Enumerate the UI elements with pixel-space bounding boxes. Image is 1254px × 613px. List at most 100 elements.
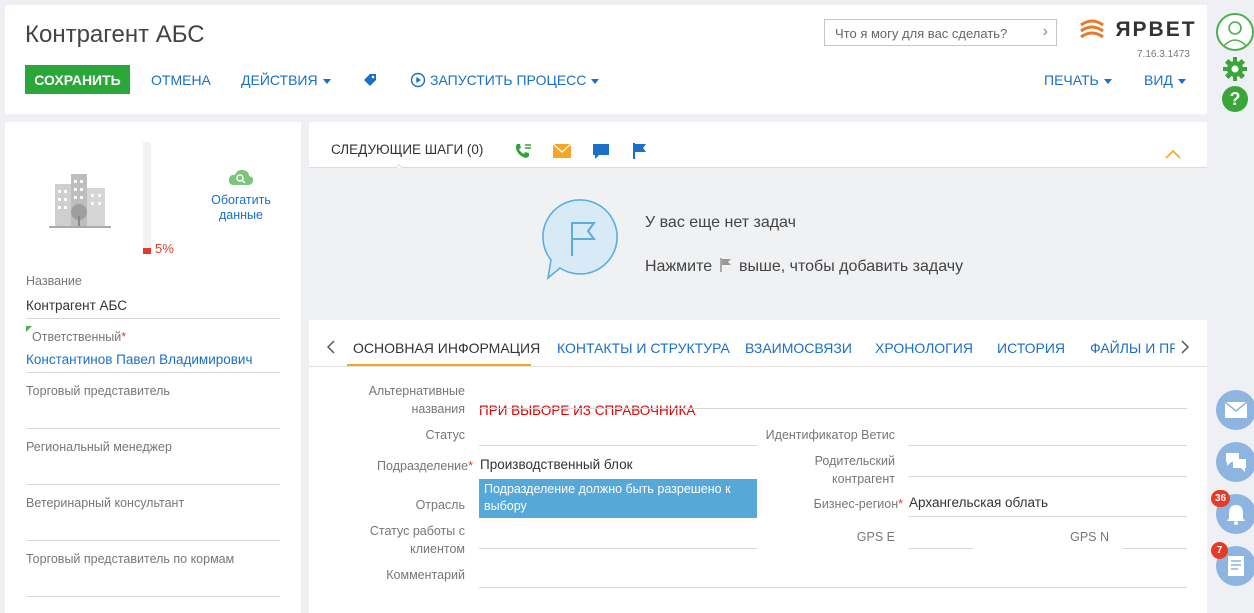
tab-history[interactable]: ИСТОРИЯ <box>997 340 1065 356</box>
business-region-label-text: Бизнес-регион <box>813 497 899 511</box>
completeness-percent: 5% <box>155 241 174 256</box>
field-underline[interactable] <box>26 428 280 429</box>
flag-icon <box>719 258 731 272</box>
sales-rep-label: Торговый представитель <box>26 384 170 398</box>
view-label: ВИД <box>1144 72 1173 88</box>
cancel-button[interactable]: ОТМЕНА <box>151 72 211 88</box>
field-underline[interactable] <box>26 596 280 597</box>
tab-contacts-structure[interactable]: КОНТАКТЫ И СТРУКТУРА <box>557 340 730 356</box>
page-title: Контрагент АБС <box>25 21 205 48</box>
required-mark: * <box>121 330 127 344</box>
print-menu[interactable]: ПЕЧАТЬ <box>1044 72 1112 88</box>
actions-menu[interactable]: ДЕЙСТВИЯ <box>241 72 331 88</box>
chat-panel-button[interactable] <box>1216 442 1254 482</box>
feed-sales-rep-label: Торговый представитель по кормам <box>26 552 235 566</box>
field-underline[interactable] <box>26 484 280 485</box>
alt-names-label-line1: Альтернативные <box>368 384 465 398</box>
status-input[interactable] <box>479 445 757 446</box>
chevron-right-icon[interactable]: › <box>1043 23 1048 41</box>
add-call-icon[interactable] <box>514 142 532 165</box>
vetis-id-label: Идентификатор Ветис <box>765 428 895 442</box>
add-task-flag-icon[interactable] <box>633 143 647 164</box>
division-label: Подразделение* <box>349 457 473 475</box>
alt-names-underline <box>479 408 1187 409</box>
chevron-down-icon <box>1103 78 1112 84</box>
active-tab-underline <box>347 364 531 366</box>
tab-main-info[interactable]: ОСНОВНАЯ ИНФОРМАЦИЯ <box>353 340 540 356</box>
tab-timeline[interactable]: ХРОНОЛОГИЯ <box>875 340 973 356</box>
gps-e-label: GPS E <box>856 530 895 544</box>
command-search-input[interactable]: Что я могу для вас сделать? › <box>824 19 1057 46</box>
run-process-label: ЗАПУСТИТЬ ПРОЦЕСС <box>430 72 587 88</box>
field-underline <box>26 318 280 319</box>
client-status-label: Статус работы с клиентом <box>349 522 465 558</box>
tab-relations[interactable]: ВЗАИМОСВЯЗИ <box>745 340 852 356</box>
help-icon[interactable]: ? <box>1222 86 1248 112</box>
empty-tasks-hint: Нажмите выше, чтобы добавить задачу <box>645 258 963 276</box>
business-region-value[interactable]: Архангельская облать <box>909 495 1048 510</box>
owner-label-text: Ответственный <box>32 330 122 344</box>
status-label: Статус <box>425 428 465 442</box>
user-icon <box>1222 21 1248 48</box>
add-comment-icon[interactable] <box>593 144 609 165</box>
chevron-right-icon[interactable] <box>1181 340 1190 359</box>
notifications-badge: 36 <box>1211 490 1231 507</box>
hint-after: выше, чтобы добавить задачу <box>739 258 964 275</box>
client-status-input[interactable] <box>479 548 757 549</box>
app-version: 7.16.3.1473 <box>1137 49 1190 60</box>
envelope-icon <box>1224 401 1248 418</box>
collapse-chevron-icon[interactable] <box>1165 146 1181 164</box>
division-value[interactable]: Производственный блок <box>480 457 633 472</box>
play-icon <box>410 72 426 88</box>
alt-names-value[interactable]: ПРИ ВЫБОРЕ ИЗ СПРАВОЧНИКА <box>479 403 695 418</box>
required-mark: * <box>898 497 903 511</box>
enrich-data-label: Обогатить данные <box>211 193 271 222</box>
add-email-icon[interactable] <box>552 143 572 163</box>
chevron-down-icon <box>322 78 331 84</box>
division-tooltip: Подразделение должно быть разрешено к вы… <box>479 479 757 518</box>
field-underline <box>26 372 280 373</box>
company-placeholder-image[interactable] <box>49 170 111 233</box>
parent-label-line1: Родительский <box>814 454 895 468</box>
chevron-down-icon <box>1177 78 1186 84</box>
required-mark: * <box>468 459 473 473</box>
gps-e-input[interactable] <box>908 548 973 549</box>
parent-label-line2: контрагент <box>832 472 895 486</box>
feed-badge: 7 <box>1211 542 1228 559</box>
tag-icon[interactable] <box>362 72 378 93</box>
email-panel-button[interactable] <box>1216 390 1254 430</box>
logo-text: ЯРВЕТ <box>1115 18 1197 41</box>
tabs-fade <box>1175 320 1207 366</box>
print-label: ПЕЧАТЬ <box>1044 72 1099 88</box>
field-underline[interactable] <box>26 540 280 541</box>
alt-names-label: Альтернативные названия <box>349 382 465 418</box>
owner-label: Ответственный* <box>32 330 126 344</box>
chevron-left-icon[interactable] <box>326 340 335 359</box>
save-button[interactable]: СОХРАНИТЬ <box>25 65 130 94</box>
chat-icon <box>1226 453 1246 472</box>
enrich-data-button[interactable]: Обогатить данные <box>203 168 279 223</box>
empty-tasks-title: У вас еще нет задач <box>645 214 796 231</box>
view-menu[interactable]: ВИД <box>1144 72 1186 88</box>
regional-manager-label: Региональный менеджер <box>26 440 172 454</box>
comment-input[interactable] <box>479 587 1187 588</box>
feed-icon <box>1228 556 1244 576</box>
vetis-id-input[interactable] <box>908 445 1187 446</box>
industry-label: Отрасль <box>415 498 465 512</box>
alt-names-label-line2: названия <box>411 402 465 416</box>
gear-icon[interactable] <box>1222 56 1248 87</box>
flag-bubble-icon <box>542 198 622 285</box>
user-avatar[interactable] <box>1216 13 1254 51</box>
tabs-bar: ОСНОВНАЯ ИНФОРМАЦИЯ КОНТАКТЫ И СТРУКТУРА… <box>309 320 1207 367</box>
vet-consultant-label: Ветеринарный консультант <box>26 496 185 510</box>
name-value[interactable]: Контрагент АБС <box>26 298 127 313</box>
next-steps-panel: СЛЕДУЮЩИЕ ШАГИ (0) У вас еще нет задач Н… <box>309 122 1207 312</box>
parent-input[interactable] <box>908 476 1187 477</box>
client-status-label-line2: клиентом <box>410 542 465 556</box>
page-header: Контрагент АБС СОХРАНИТЬ ОТМЕНА ДЕЙСТВИЯ… <box>5 5 1207 114</box>
owner-value[interactable]: Константинов Павел Владимирович <box>26 352 253 367</box>
search-placeholder: Что я могу для вас сделать? <box>835 26 1008 41</box>
run-process-menu[interactable]: ЗАПУСТИТЬ ПРОЦЕСС <box>410 72 600 88</box>
gps-n-input[interactable] <box>1122 548 1187 549</box>
division-label-text: Подразделение <box>377 459 469 473</box>
